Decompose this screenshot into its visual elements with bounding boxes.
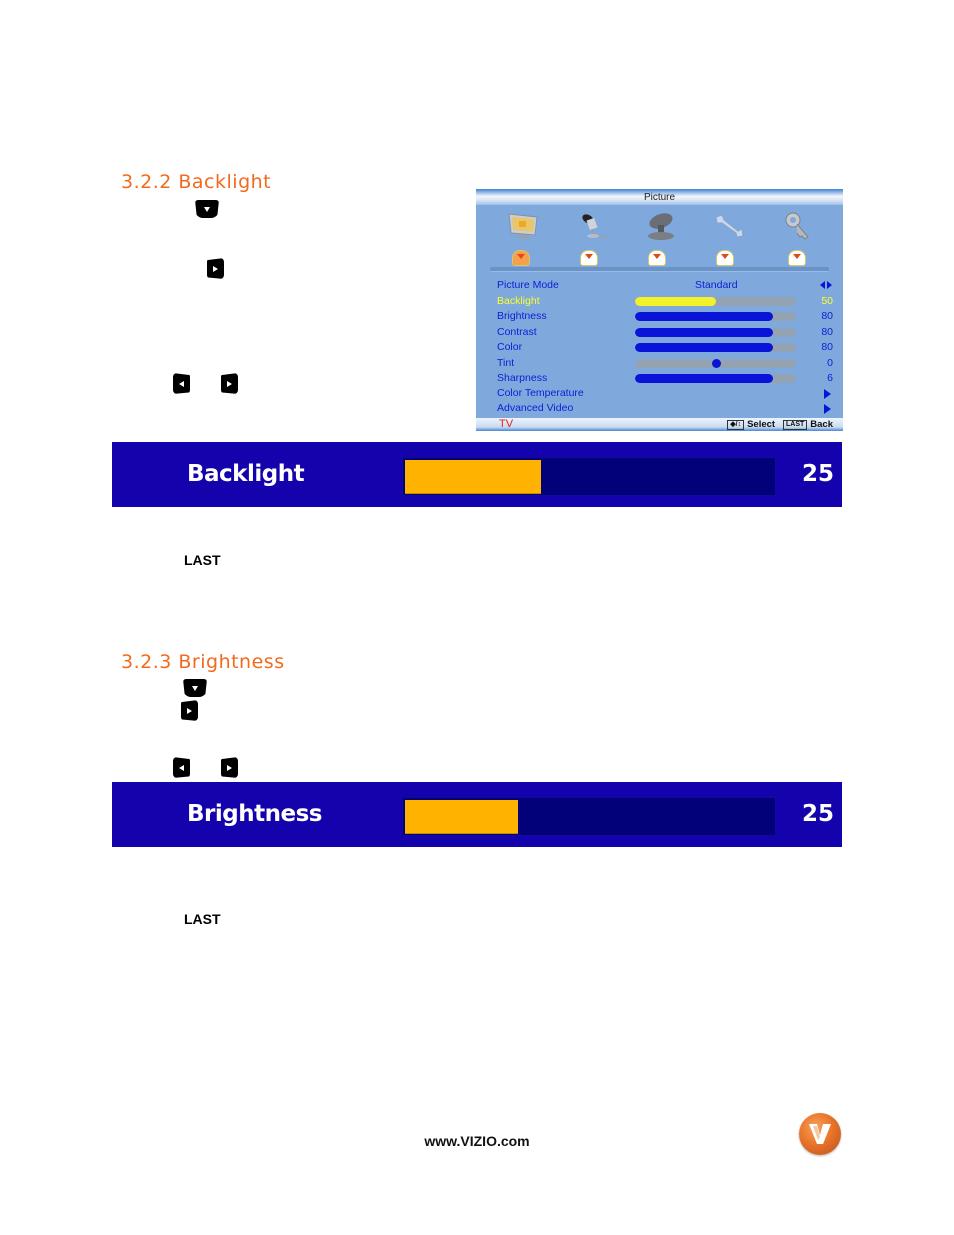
menu-row-sharpness[interactable]: Sharpness 6: [497, 371, 833, 386]
banner-label: Backlight: [187, 461, 305, 487]
menu-row-advanced-video[interactable]: Advanced Video: [497, 401, 833, 416]
menu-row-picture-mode[interactable]: Picture Mode Standard: [497, 278, 833, 293]
last-key-label: LAST: [184, 911, 221, 927]
left-right-arrows-icon: [820, 281, 832, 290]
menu-footer: TV ◆/↕ Select LAST Back: [476, 418, 843, 431]
menu-tab-setup[interactable]: [716, 250, 734, 266]
color-slider[interactable]: [635, 343, 796, 352]
brightness-bar[interactable]: [402, 797, 776, 836]
input-source-label: TV: [499, 418, 514, 430]
section-heading-backlight: 3.2.2 Backlight: [121, 171, 272, 193]
backlight-bar-fill: [405, 460, 541, 494]
section-heading-brightness: 3.2.3 Brightness: [121, 651, 285, 673]
menu-row-contrast[interactable]: Contrast 80: [497, 325, 833, 340]
menu-title: Picture: [476, 189, 843, 205]
tint-slider[interactable]: [635, 359, 796, 368]
vizio-logo-icon: [799, 1113, 841, 1155]
parental-lock-key-icon: [785, 212, 809, 240]
picture-monitor-icon: [508, 213, 538, 239]
left-arrow-key-icon: [173, 757, 190, 778]
menu-row-brightness[interactable]: Brightness 80: [497, 309, 833, 324]
right-arrow-key-icon: [221, 757, 238, 778]
menu-row-color[interactable]: Color 80: [497, 340, 833, 355]
audio-microphone-icon: [582, 214, 609, 238]
right-arrow-key-icon: [221, 373, 238, 394]
menu-hint: ◆/↕ Select LAST Back: [727, 418, 833, 431]
menu-row-color-temperature[interactable]: Color Temperature: [497, 386, 833, 401]
last-key-label: LAST: [184, 552, 221, 568]
submenu-arrow-icon: [824, 404, 831, 414]
last-key-icon: LAST: [783, 420, 808, 430]
sharpness-slider[interactable]: [635, 374, 796, 383]
menu-row-backlight[interactable]: Backlight 50: [497, 294, 833, 309]
nav-keys-icon: ◆/↕: [727, 420, 745, 430]
down-arrow-key-icon: [183, 679, 207, 697]
menu-tab-parental[interactable]: [788, 250, 806, 266]
right-arrow-key-icon: [207, 258, 224, 279]
banner-value: 25: [801, 801, 834, 827]
contrast-slider[interactable]: [635, 328, 796, 337]
right-arrow-key-icon: [181, 700, 198, 721]
menu-row-tint[interactable]: Tint 0: [497, 356, 833, 371]
tv-satellite-dish-icon: [648, 213, 674, 240]
brightness-slider[interactable]: [635, 312, 796, 321]
tv-picture-menu: Picture Picture Mode Standard Backlight …: [476, 189, 843, 431]
backlight-bar[interactable]: [402, 457, 776, 496]
menu-tab-picture[interactable]: [512, 250, 530, 266]
left-arrow-key-icon: [173, 373, 190, 394]
banner-value: 25: [801, 461, 834, 487]
banner-label: Brightness: [187, 801, 322, 827]
menu-tab-tv[interactable]: [648, 250, 666, 266]
submenu-arrow-icon: [824, 389, 831, 399]
brightness-bar-fill: [405, 800, 519, 834]
menu-divider: [490, 267, 829, 272]
backlight-banner: Backlight 25: [112, 442, 842, 507]
backlight-slider[interactable]: [635, 297, 796, 306]
down-arrow-key-icon: [195, 200, 219, 218]
tint-slider-handle[interactable]: [711, 359, 721, 368]
menu-tab-audio[interactable]: [580, 250, 598, 266]
brightness-banner: Brightness 25: [112, 782, 842, 847]
setup-wrench-icon: [715, 214, 744, 238]
picture-mode-value: Standard: [695, 279, 738, 291]
